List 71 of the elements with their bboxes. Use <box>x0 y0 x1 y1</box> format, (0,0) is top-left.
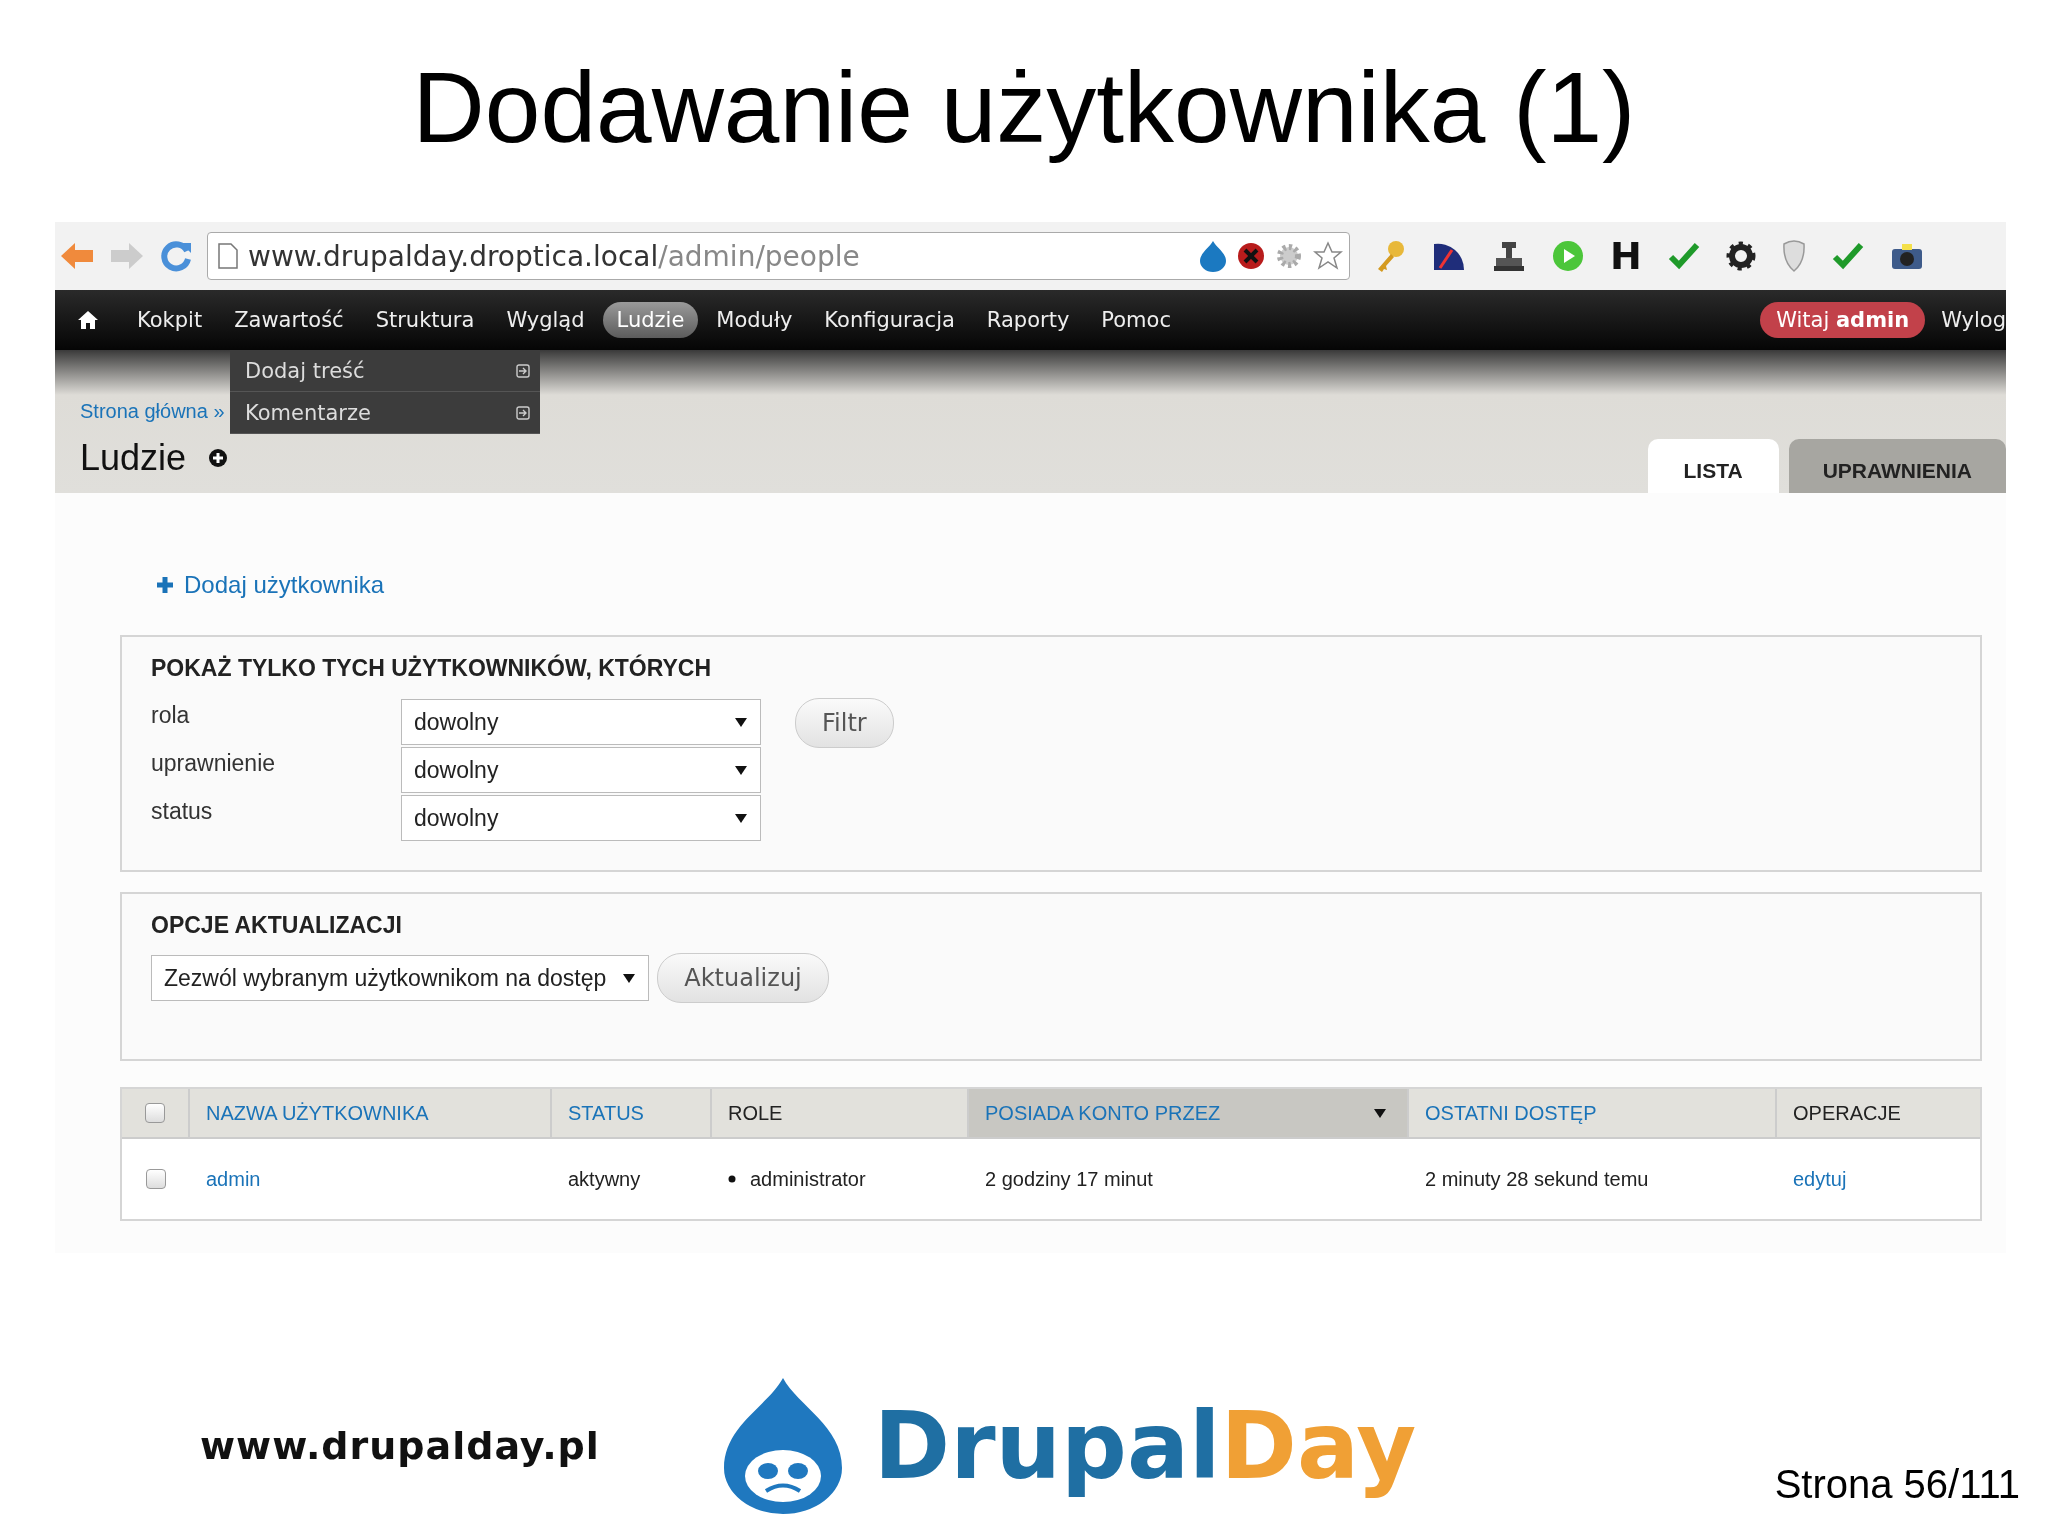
caret-icon <box>622 972 637 984</box>
update-button[interactable]: Aktualizuj <box>657 953 829 1003</box>
menu-item[interactable]: Konfiguracja <box>810 302 969 338</box>
user-link[interactable]: admin <box>190 1139 552 1219</box>
tab[interactable]: UPRAWNIENIA <box>1788 439 2006 493</box>
extension-button[interactable]: H <box>1610 234 1642 278</box>
blocked-icon[interactable] <box>1237 242 1265 270</box>
logo-text: DrupalDay <box>873 1392 1417 1500</box>
menu-item[interactable]: Dodaj treść <box>245 358 365 383</box>
breadcrumb-link[interactable]: Strona główna » <box>80 400 229 423</box>
table-cell-text: 2 godziny 17 minut <box>984 1166 1154 1192</box>
page-icon <box>218 243 238 269</box>
menu-item[interactable]: Moduły <box>702 302 807 338</box>
slide-title: Dodawanie użytkownika (1) <box>411 50 1637 165</box>
arrow-box-icon <box>516 405 530 420</box>
page-number: Strona 56/111 <box>1774 1462 2020 1507</box>
dropdown-field[interactable]: dowolny <box>401 747 761 793</box>
dropdown-field[interactable]: dowolny <box>401 699 761 745</box>
table-cell-text: 2 minuty 28 sekund temu <box>1424 1166 1650 1192</box>
gear-icon[interactable] <box>1725 241 1756 271</box>
filter-button[interactable]: Filtr <box>795 698 894 748</box>
drop-icon[interactable] <box>1199 240 1227 272</box>
menu-item[interactable]: Ludzie <box>602 302 699 338</box>
page-title: Ludzie <box>80 437 187 479</box>
menu-item[interactable]: Wygląd <box>492 302 599 338</box>
add-user-link[interactable]: Dodaj użytkownika <box>184 571 385 599</box>
reload-icon[interactable] <box>159 239 193 273</box>
arrow-box-icon <box>516 363 530 378</box>
camera-icon[interactable] <box>1889 241 1924 271</box>
star-icon[interactable] <box>1313 241 1343 271</box>
role-text: administrator <box>750 1167 866 1191</box>
dropdown-field[interactable]: dowolny <box>401 795 761 841</box>
sort-caret-icon <box>1373 1107 1387 1119</box>
footer-url: www.drupalday.pl <box>200 1424 600 1468</box>
menu-item[interactable]: Struktura <box>361 302 489 338</box>
menu-item[interactable]: Kokpit <box>123 302 217 338</box>
plus-icon <box>156 576 174 594</box>
column-header: OPERACJE <box>1777 1089 1980 1139</box>
caret-icon <box>734 764 748 776</box>
bullet-icon <box>728 1175 736 1183</box>
field-label: status <box>151 797 214 825</box>
menu-item[interactable]: Komentarze <box>245 400 371 425</box>
column-header: ROLE <box>712 1089 969 1139</box>
menu-item[interactable]: Raporty <box>972 302 1084 338</box>
play-icon[interactable] <box>1552 240 1584 272</box>
tab[interactable]: LISTA <box>1647 439 1779 493</box>
home-icon[interactable] <box>77 310 99 330</box>
checkbox[interactable] <box>145 1103 165 1123</box>
logout-link[interactable]: Wylog <box>1941 308 2006 332</box>
field-label: rola <box>151 701 191 729</box>
table-cell-text: aktywny <box>567 1166 642 1192</box>
section-heading: POKAŻ TYLKO TYCH UŻYTKOWNIKÓW, KTÓRYCH <box>151 655 713 682</box>
field-label: uprawnienie <box>151 749 277 777</box>
dropdown-field[interactable]: Zezwól wybranym użytkownikom na dostęp <box>151 955 650 1001</box>
caret-icon <box>734 716 748 728</box>
checkbox[interactable] <box>146 1169 166 1189</box>
stamp-icon[interactable] <box>1492 240 1526 272</box>
plus-circle-icon[interactable] <box>208 448 229 468</box>
menu-item[interactable]: Pomoc <box>1087 302 1185 338</box>
greeting-badge: Witaj admin <box>1760 302 1926 338</box>
address-bar[interactable]: www.drupalday.droptica.local/admin/people <box>207 232 1350 280</box>
column-header[interactable]: STATUS <box>552 1089 712 1139</box>
user-link[interactable]: edytuj <box>1777 1139 1980 1219</box>
menu-item[interactable]: Zawartość <box>220 302 358 338</box>
caret-icon <box>734 812 748 824</box>
column-header[interactable]: NAZWA UŻYTKOWNIKA <box>190 1089 552 1139</box>
check-icon[interactable] <box>1667 241 1700 271</box>
section-heading: OPCJE AKTUALIZACJI <box>151 912 403 939</box>
column-header[interactable]: OSTATNI DOSTĘP <box>1409 1089 1777 1139</box>
back-arrow-icon[interactable] <box>59 241 95 271</box>
check-icon[interactable] <box>1831 241 1864 271</box>
